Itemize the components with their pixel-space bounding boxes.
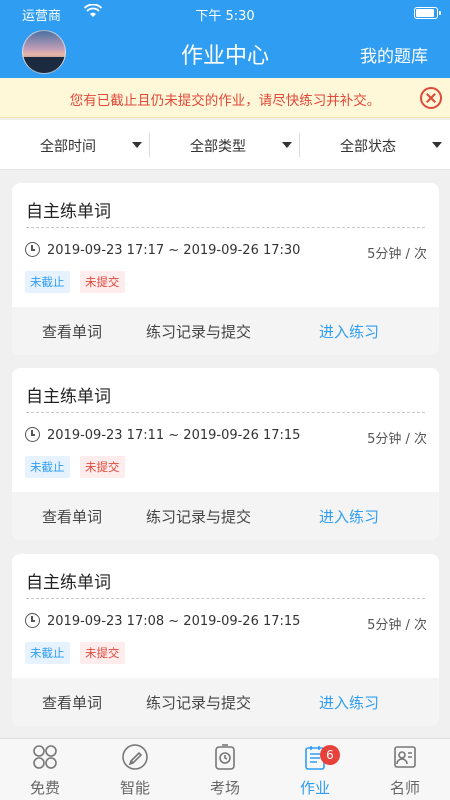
records-submit-button[interactable]: 练习记录与提交 (146, 321, 251, 342)
tab-free[interactable]: 免费 (0, 739, 90, 800)
filter-type-dropdown[interactable]: 全部类型 (150, 120, 300, 170)
tab-famous-teacher[interactable]: 名师 (360, 739, 450, 800)
duration: 5分钟 / 次 (367, 247, 427, 262)
records-submit-button[interactable]: 练习记录与提交 (146, 692, 251, 713)
close-icon[interactable] (420, 87, 442, 109)
assignment-card: 自主练单词 2019-09-23 17:11 ~ 2019-09-26 17:1… (12, 368, 439, 540)
tab-exam-room[interactable]: 考场 (180, 739, 270, 800)
caret-down-icon (282, 142, 292, 148)
clock-icon (25, 613, 40, 628)
notification-badge: 6 (320, 745, 340, 765)
status-badge-not-submitted: 未提交 (80, 456, 125, 478)
clock-icon (25, 242, 40, 257)
tab-smart[interactable]: 智能 (90, 739, 180, 800)
grid-icon (31, 743, 59, 771)
battery-icon (414, 7, 441, 19)
assignment-title: 自主练单词 (26, 573, 111, 593)
tab-label: 免费 (29, 779, 60, 797)
filter-bar: 全部时间 全部类型 全部状态 (0, 120, 450, 170)
pencil-icon (121, 743, 149, 771)
clock-time: 下午 5:30 (195, 9, 255, 24)
filter-label: 全部状态 (340, 139, 396, 155)
teacher-icon (391, 743, 419, 771)
tab-label: 考场 (209, 779, 240, 797)
tab-label: 名师 (389, 779, 420, 797)
divider (26, 412, 425, 413)
caret-down-icon (132, 142, 142, 148)
filter-label: 全部时间 (40, 139, 96, 155)
status-badge-not-closed: 未截止 (25, 456, 70, 478)
caret-down-icon (432, 142, 442, 148)
tab-label: 智能 (119, 779, 150, 797)
card-actions: 查看单词 练习记录与提交 进入练习 (12, 678, 439, 726)
card-actions: 查看单词 练习记录与提交 进入练习 (12, 307, 439, 355)
assignment-card: 自主练单词 2019-09-23 17:08 ~ 2019-09-26 17:1… (12, 554, 439, 726)
time-range: 2019-09-23 17:08 ~ 2019-09-26 17:15 (47, 614, 301, 629)
top-bar: 运营商 下午 5:30 作业中心 我的题库 (0, 0, 450, 78)
duration: 5分钟 / 次 (367, 432, 427, 447)
records-submit-button[interactable]: 练习记录与提交 (146, 506, 251, 527)
start-practice-button[interactable]: 进入练习 (319, 506, 379, 527)
overdue-notice-banner: 您有已截止且仍未提交的作业，请尽快练习并补交。 (0, 78, 450, 118)
view-words-button[interactable]: 查看单词 (42, 692, 102, 713)
status-bar: 运营商 下午 5:30 (0, 0, 450, 26)
status-badge-not-submitted: 未提交 (80, 271, 125, 293)
view-words-button[interactable]: 查看单词 (42, 506, 102, 527)
time-range: 2019-09-23 17:11 ~ 2019-09-26 17:15 (47, 428, 301, 443)
clock-icon (25, 427, 40, 442)
time-range: 2019-09-23 17:17 ~ 2019-09-26 17:30 (47, 243, 301, 258)
filter-status-dropdown[interactable]: 全部状态 (300, 120, 450, 170)
start-practice-button[interactable]: 进入练习 (319, 692, 379, 713)
assignment-title: 自主练单词 (26, 202, 111, 222)
start-practice-button[interactable]: 进入练习 (319, 321, 379, 342)
filter-time-dropdown[interactable]: 全部时间 (0, 120, 150, 170)
view-words-button[interactable]: 查看单词 (42, 321, 102, 342)
notice-text: 您有已截止且仍未提交的作业，请尽快练习并补交。 (69, 93, 381, 109)
my-question-bank-button[interactable]: 我的题库 (360, 42, 428, 67)
divider (26, 598, 425, 599)
card-actions: 查看单词 练习记录与提交 进入练习 (12, 492, 439, 540)
assignment-card: 自主练单词 2019-09-23 17:17 ~ 2019-09-26 17:3… (12, 183, 439, 355)
tab-label: 作业 (299, 779, 330, 797)
status-badge-not-submitted: 未提交 (80, 642, 125, 664)
tab-bar: 免费 智能 考场 6 作业 名师 (0, 738, 450, 800)
divider (26, 227, 425, 228)
assignment-title: 自主练单词 (26, 387, 111, 407)
filter-label: 全部类型 (190, 139, 246, 155)
tab-homework[interactable]: 6 作业 (270, 739, 360, 800)
timer-icon (211, 743, 239, 771)
status-badge-not-closed: 未截止 (25, 642, 70, 664)
duration: 5分钟 / 次 (367, 618, 427, 633)
status-badge-not-closed: 未截止 (25, 271, 70, 293)
